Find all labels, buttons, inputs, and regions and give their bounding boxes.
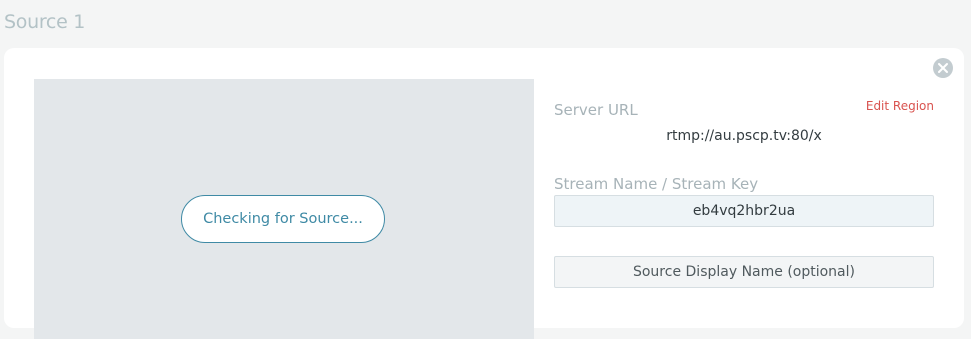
close-icon[interactable] — [933, 58, 953, 78]
server-url-value: rtmp://au.pscp.tv:80/x — [666, 128, 822, 144]
source-card: Checking for Source... Edit Region Serve… — [4, 48, 964, 339]
page-title: Source 1 — [4, 11, 85, 33]
checking-for-source-button[interactable]: Checking for Source... — [181, 195, 385, 243]
stream-key-label: Stream Name / Stream Key — [554, 175, 759, 193]
server-url-label: Server URL — [554, 101, 638, 119]
edit-region-link[interactable]: Edit Region — [866, 99, 934, 113]
stream-key-field[interactable] — [554, 195, 934, 227]
display-name-field[interactable] — [554, 256, 934, 288]
source-preview: Checking for Source... — [34, 79, 534, 339]
